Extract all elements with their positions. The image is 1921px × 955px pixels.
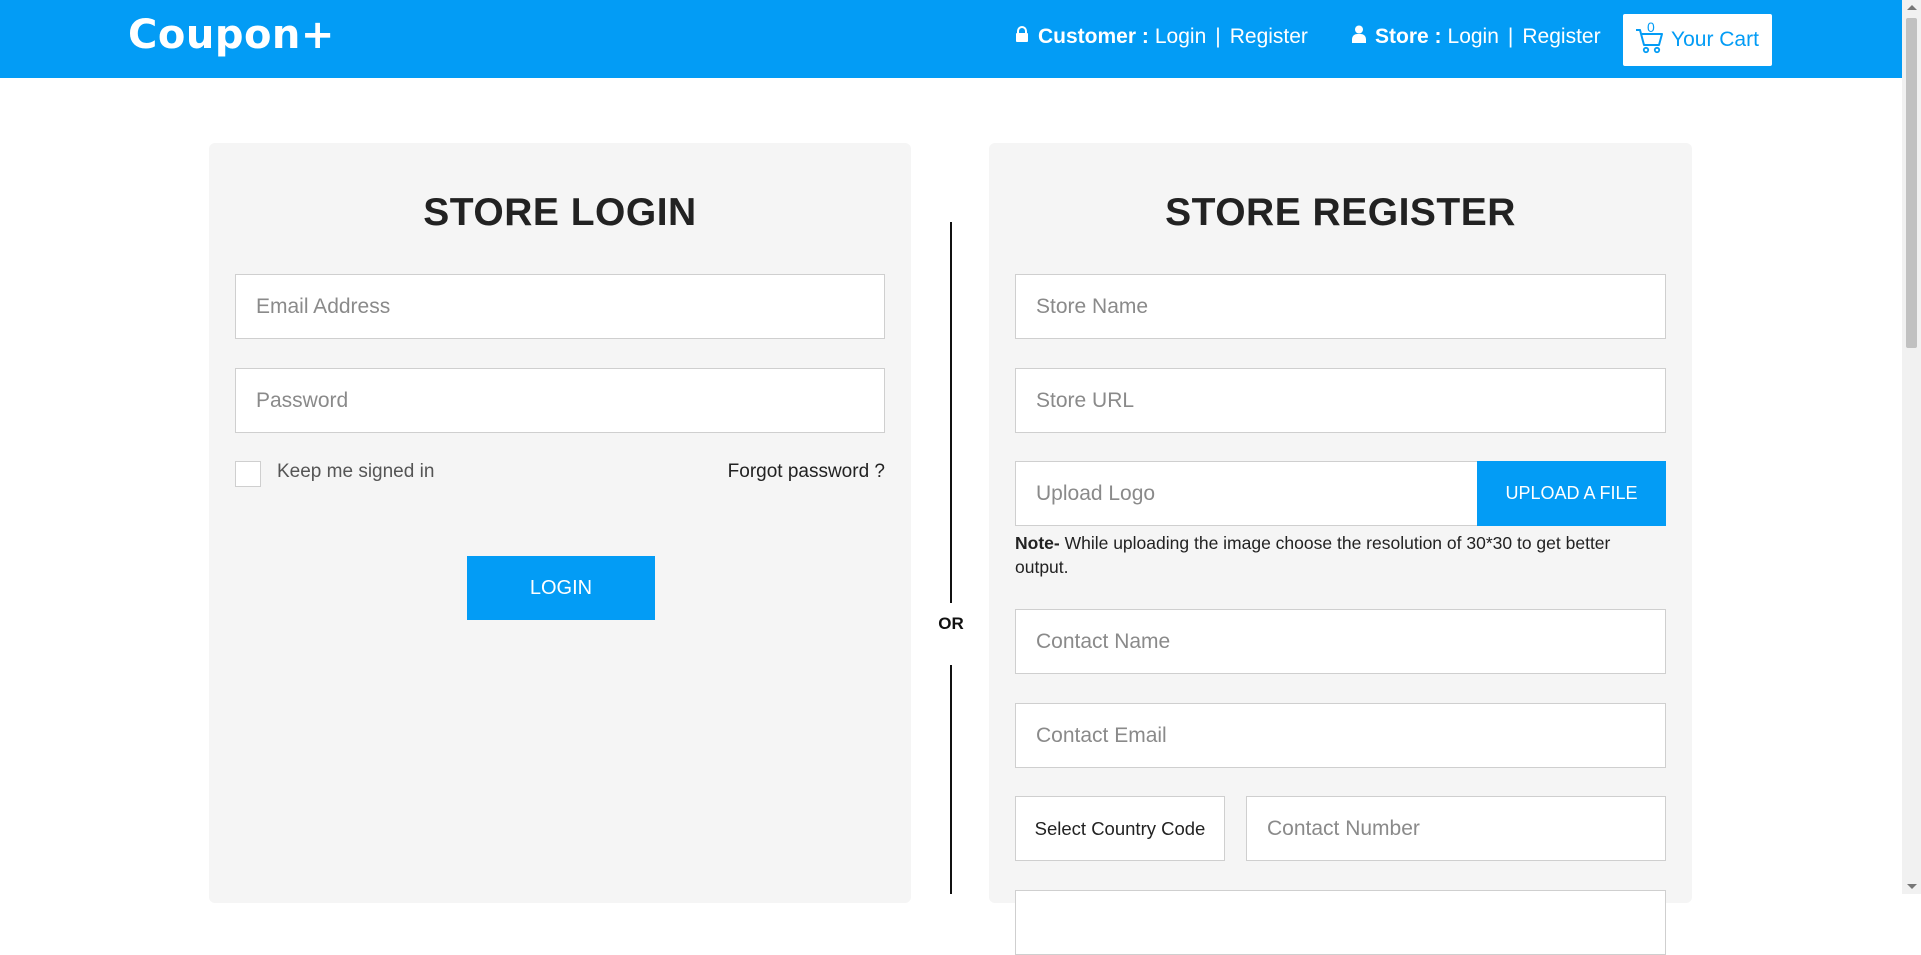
contact-number-field[interactable] bbox=[1246, 796, 1666, 861]
customer-register-link[interactable]: Register bbox=[1230, 25, 1308, 49]
store-nav: Store : Login | Register bbox=[1352, 25, 1601, 49]
store-register-panel: STORE REGISTER UPLOAD A FILE Note- While… bbox=[989, 143, 1692, 955]
scroll-up-arrow-icon[interactable] bbox=[1907, 5, 1917, 10]
contact-email-field[interactable] bbox=[1015, 703, 1666, 768]
contact-name-field[interactable] bbox=[1015, 609, 1666, 674]
scroll-thumb[interactable] bbox=[1906, 18, 1917, 348]
store-login-link[interactable]: Login bbox=[1448, 25, 1499, 49]
page-scrollbar[interactable] bbox=[1902, 0, 1921, 894]
store-label: Store : bbox=[1375, 25, 1442, 48]
customer-login-link[interactable]: Login bbox=[1155, 25, 1206, 49]
nav-separator: | bbox=[1507, 25, 1514, 48]
customer-label: Customer : bbox=[1038, 25, 1149, 48]
cart-icon: 0 bbox=[1635, 19, 1665, 55]
login-title: STORE LOGIN bbox=[423, 191, 697, 234]
note-label: Note- bbox=[1015, 533, 1060, 553]
password-field[interactable] bbox=[235, 368, 885, 433]
cart-button[interactable]: 0 Your Cart bbox=[1623, 14, 1772, 66]
email-field[interactable] bbox=[235, 274, 885, 339]
user-icon bbox=[1352, 25, 1366, 49]
forgot-password-link[interactable]: Forgot password ? bbox=[728, 461, 885, 483]
divider-line-top bbox=[950, 222, 952, 603]
next-field-partial[interactable] bbox=[1015, 890, 1666, 955]
upload-note: Note- While uploading the image choose t… bbox=[1015, 531, 1655, 579]
or-label: OR bbox=[938, 614, 964, 633]
login-button[interactable]: LOGIN bbox=[467, 556, 655, 620]
store-url-field[interactable] bbox=[1015, 368, 1666, 433]
register-title: STORE REGISTER bbox=[1165, 191, 1516, 234]
upload-file-button[interactable]: UPLOAD A FILE bbox=[1477, 461, 1666, 526]
customer-nav: Customer : Login | Register bbox=[1015, 25, 1308, 49]
keep-signed-in-checkbox[interactable] bbox=[235, 461, 261, 487]
cart-label: Your Cart bbox=[1671, 28, 1759, 51]
upload-logo-field[interactable] bbox=[1015, 461, 1478, 526]
divider-line-bottom bbox=[950, 665, 952, 894]
store-register-link[interactable]: Register bbox=[1522, 25, 1600, 49]
cart-count-badge: 0 bbox=[1647, 19, 1655, 35]
site-logo[interactable]: Coupon+ bbox=[128, 12, 335, 58]
note-text: While uploading the image choose the res… bbox=[1015, 533, 1611, 577]
nav-separator: | bbox=[1215, 25, 1221, 48]
store-login-panel: STORE LOGIN Keep me signed in Forgot pas… bbox=[209, 143, 911, 903]
country-code-select[interactable]: Select Country Code bbox=[1015, 796, 1225, 861]
lock-icon bbox=[1015, 25, 1029, 49]
keep-signed-in-label[interactable]: Keep me signed in bbox=[277, 461, 434, 483]
top-header: Coupon+ Customer : Login | Register Stor… bbox=[0, 0, 1902, 78]
store-name-field[interactable] bbox=[1015, 274, 1666, 339]
scroll-down-arrow-icon[interactable] bbox=[1907, 884, 1917, 889]
